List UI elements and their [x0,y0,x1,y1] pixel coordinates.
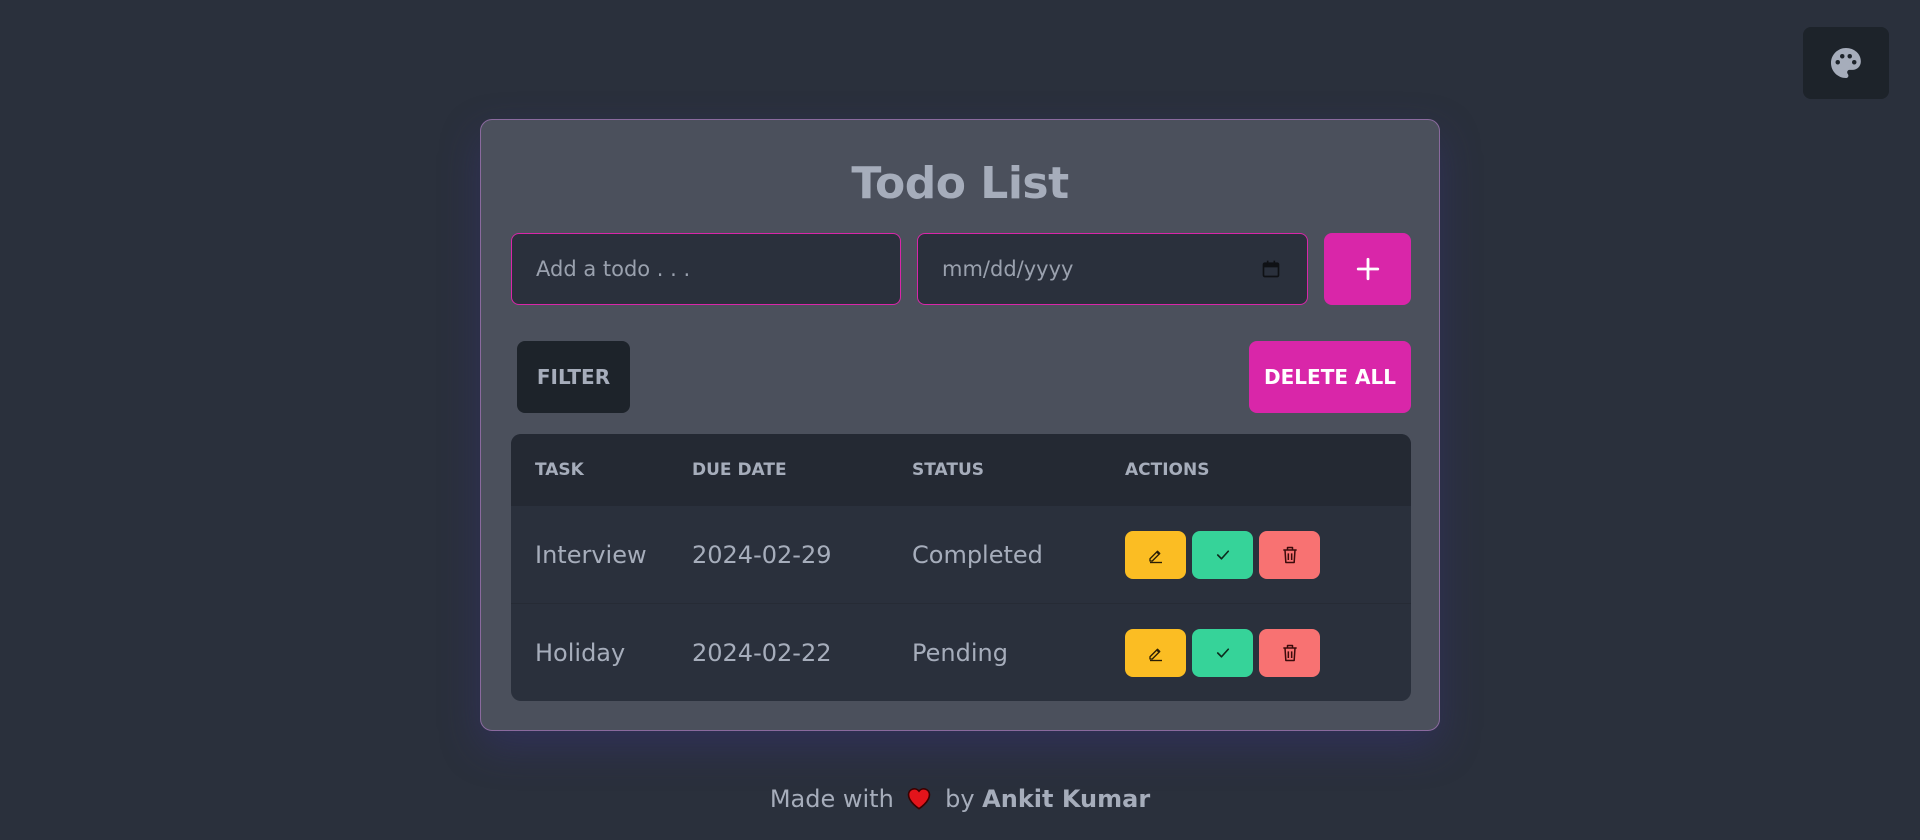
delete-all-button[interactable]: DELETE ALL [1249,341,1411,413]
actions-cell [1125,530,1320,579]
plus-icon [1356,257,1379,281]
status-cell: Completed [912,540,1043,569]
table-header: TASK DUE DATE STATUS ACTIONS [511,434,1411,506]
pencil-icon [1148,648,1162,662]
trash-icon [1282,546,1297,563]
status-cell: Pending [912,639,1008,667]
edit-button[interactable] [1125,530,1186,579]
todo-table: TASK DUE DATE STATUS ACTIONS Interview 2… [511,434,1411,701]
complete-button[interactable] [1192,629,1253,677]
date-input-placeholder: mm/dd/yyyy [942,257,1074,281]
footer-made-with: Made with [769,785,894,813]
footer-by: by [945,785,975,813]
palette-icon [1831,48,1861,78]
header-status: STATUS [912,460,985,480]
footer-author[interactable]: Ankit Kumar [982,785,1150,813]
todo-input-placeholder: Add a todo . . . [536,257,691,281]
task-cell: Interview [535,540,647,569]
task-cell: Holiday [535,639,626,667]
edit-button[interactable] [1125,629,1186,677]
calendar-icon[interactable] [1261,259,1281,279]
check-icon [1216,648,1229,658]
todo-card: Todo List Add a todo . . . mm/dd/yyyy FI… [480,119,1440,731]
page-title: Todo List [851,158,1069,209]
table-row: Interview 2024-02-29 Completed [511,506,1411,604]
due-date-cell: 2024-02-22 [692,639,832,667]
delete-button[interactable] [1259,629,1320,677]
header-task: TASK [535,460,584,480]
header-due-date: DUE DATE [692,460,787,480]
due-date-input[interactable]: mm/dd/yyyy [917,233,1308,305]
due-date-cell: 2024-02-29 [692,540,832,569]
header-actions: ACTIONS [1125,460,1210,480]
todo-input[interactable]: Add a todo . . . [511,233,901,305]
complete-button[interactable] [1192,530,1253,579]
trash-icon [1282,644,1297,662]
table-row: Holiday 2024-02-22 Pending [511,604,1411,701]
footer: Made with by Ankit Kumar [0,784,1920,813]
theme-button[interactable] [1803,27,1889,99]
delete-button[interactable] [1259,530,1320,579]
filter-button[interactable]: FILTER [517,341,630,413]
check-icon [1216,549,1229,560]
pencil-icon [1148,550,1162,563]
add-todo-button[interactable] [1324,233,1411,305]
heart-icon [908,788,931,810]
actions-cell [1125,629,1320,677]
